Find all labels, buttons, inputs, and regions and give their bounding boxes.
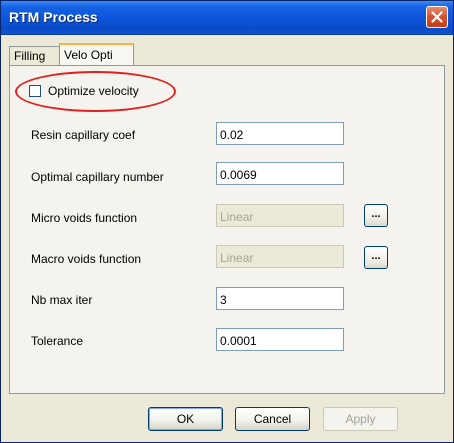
tolerance-input[interactable] <box>216 328 344 351</box>
tab-filling[interactable]: Filling <box>9 46 61 66</box>
ok-button[interactable]: OK <box>148 407 223 431</box>
cancel-button[interactable]: Cancel <box>235 407 310 431</box>
micro-voids-function-input <box>216 204 344 227</box>
micro-voids-browse-button[interactable]: ... <box>364 204 388 227</box>
optimize-velocity-row[interactable]: Optimize velocity <box>29 83 139 99</box>
macro-voids-function-label: Macro voids function <box>31 252 142 266</box>
velo-opti-panel: Optimize velocity Resin capillary coef O… <box>9 65 445 394</box>
optimal-capillary-number-input[interactable] <box>216 162 344 185</box>
close-icon <box>431 11 443 23</box>
resin-capillary-coef-input[interactable] <box>216 122 344 145</box>
title-bar[interactable]: RTM Process <box>1 1 453 35</box>
optimal-capillary-number-label: Optimal capillary number <box>31 170 164 184</box>
micro-voids-function-label: Micro voids function <box>31 211 138 225</box>
macro-voids-browse-button[interactable]: ... <box>364 246 388 269</box>
resin-capillary-coef-label: Resin capillary coef <box>31 128 136 142</box>
optimize-velocity-checkbox[interactable] <box>29 85 41 97</box>
tab-velo-opti[interactable]: Velo Opti <box>59 43 134 65</box>
macro-voids-function-input <box>216 245 344 268</box>
close-button[interactable] <box>426 6 448 28</box>
window-title: RTM Process <box>9 9 98 25</box>
optimize-velocity-label: Optimize velocity <box>48 84 139 98</box>
tolerance-label: Tolerance <box>31 334 84 348</box>
nb-max-iter-input[interactable] <box>216 287 344 310</box>
nb-max-iter-label: Nb max iter <box>31 293 93 307</box>
rtm-process-dialog: RTM Process Filling Velo Opti Optimize v… <box>0 0 454 443</box>
apply-button: Apply <box>323 407 398 431</box>
